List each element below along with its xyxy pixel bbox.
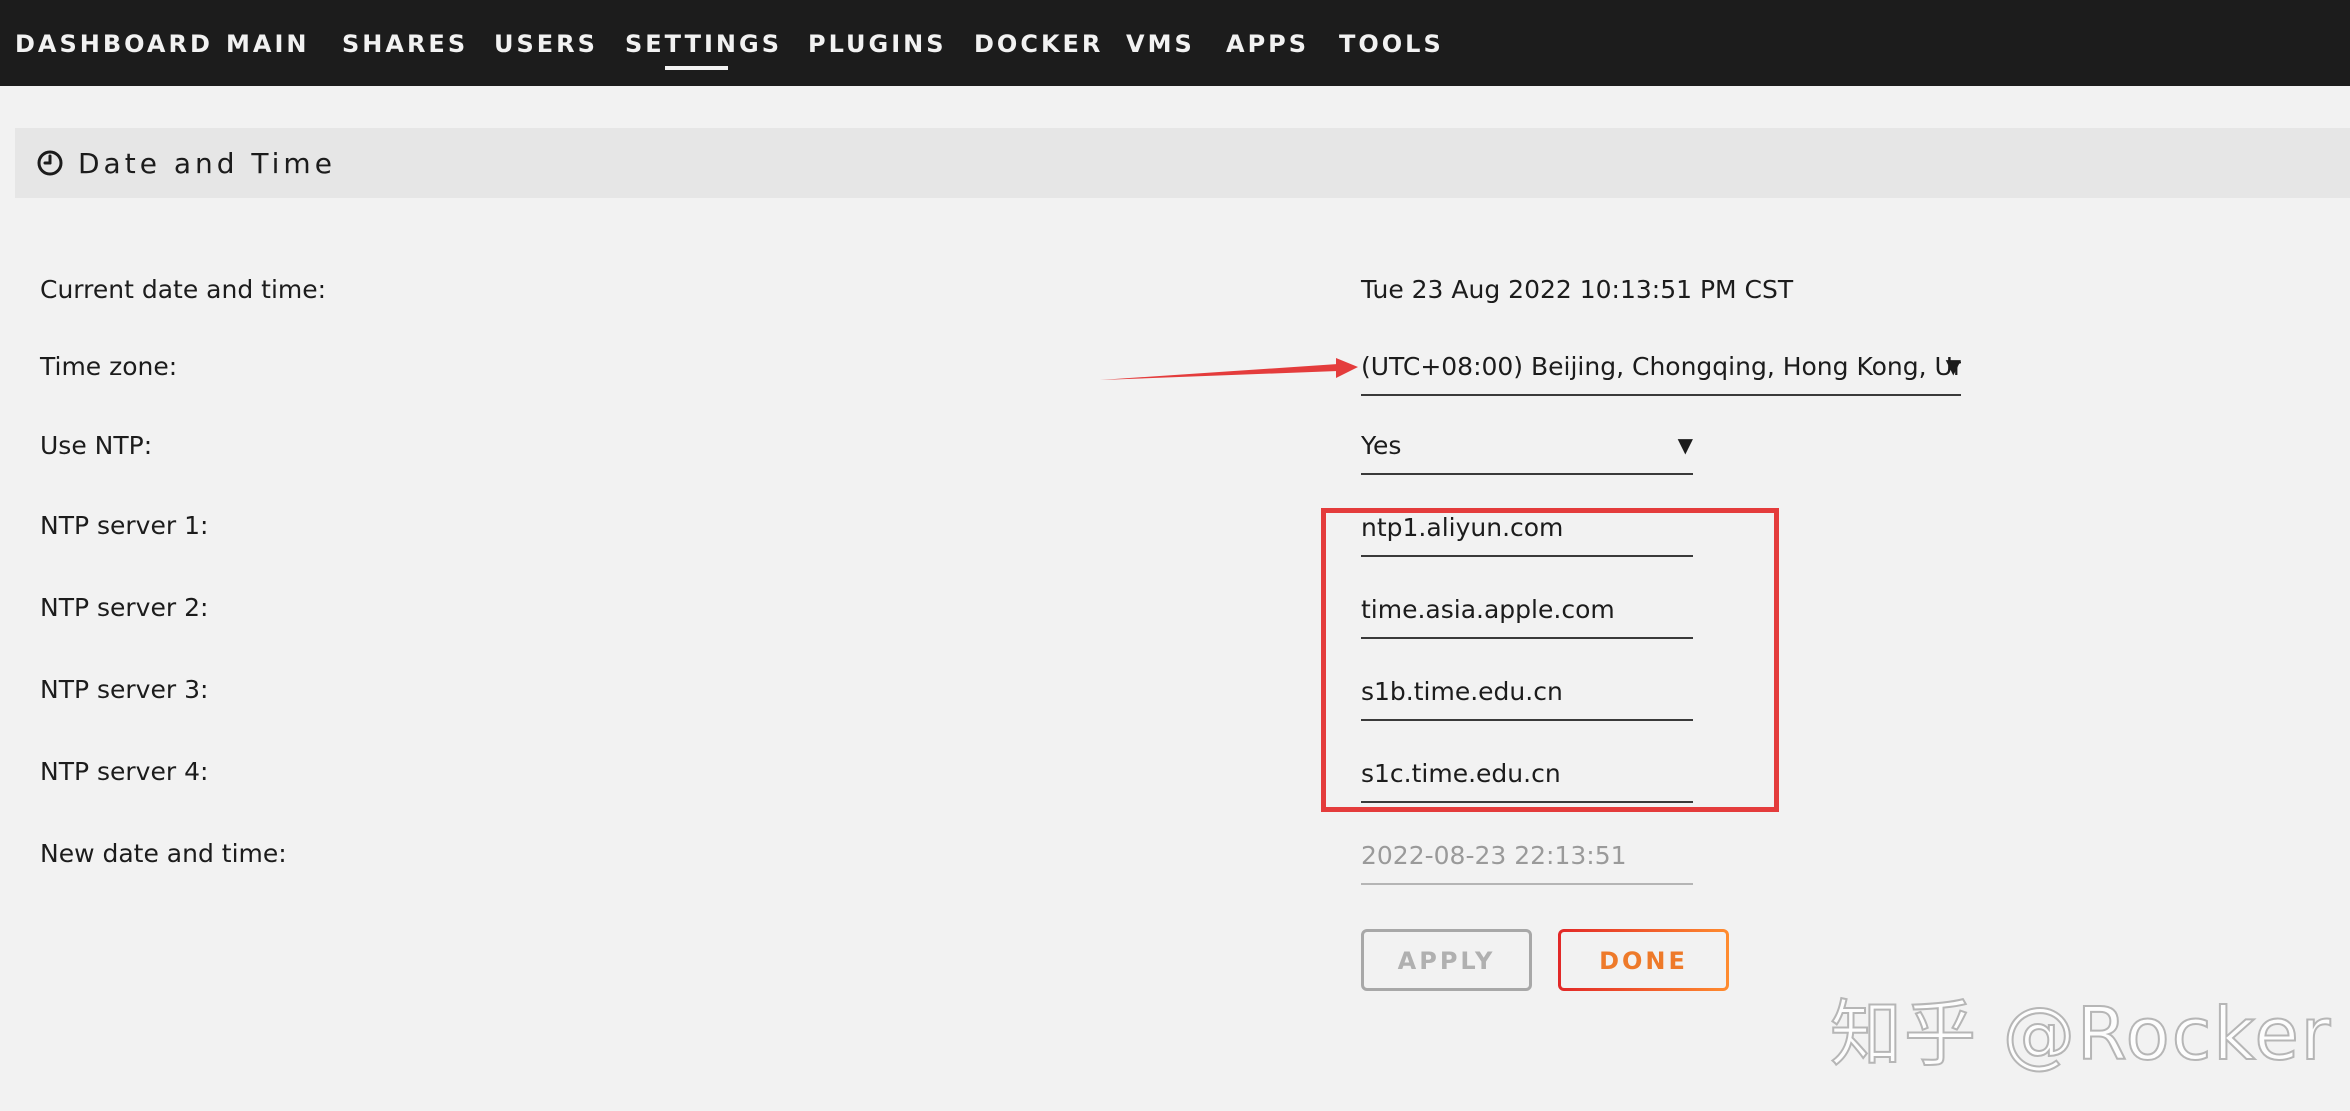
nav-vms[interactable]: VMS [1126, 30, 1195, 58]
new-datetime-input[interactable]: 2022-08-23 22:13:51 [1361, 841, 1693, 885]
ntp-server-3-label: NTP server 3: [40, 675, 209, 704]
timezone-select[interactable]: (UTC+08:00) Beijing, Chongqing, Hong Kon… [1361, 352, 1961, 396]
top-navigation: DASHBOARD MAIN SHARES USERS SETTINGS PLU… [0, 0, 2350, 86]
dropdown-arrow-icon: ▼ [1677, 433, 1693, 457]
watermark: 知乎 @Rocker [1829, 991, 2333, 1077]
annotation-arrow-icon [1100, 358, 1358, 380]
new-datetime-label: New date and time: [40, 839, 287, 868]
current-datetime-value: Tue 23 Aug 2022 10:13:51 PM CST [1361, 275, 1794, 304]
timezone-value: (UTC+08:00) Beijing, Chongqing, Hong Kon… [1361, 352, 1961, 381]
nav-shares[interactable]: SHARES [342, 30, 468, 58]
apply-button[interactable]: APPLY [1361, 929, 1532, 991]
dropdown-arrow-icon: ▼ [1945, 354, 1961, 378]
ntp-server-4-label: NTP server 4: [40, 757, 209, 786]
nav-plugins[interactable]: PLUGINS [808, 30, 947, 58]
annotation-highlight-box [1321, 508, 1779, 812]
active-tab-indicator [665, 66, 728, 70]
ntp-server-1-label: NTP server 1: [40, 511, 209, 540]
new-datetime-placeholder: 2022-08-23 22:13:51 [1361, 841, 1627, 870]
section-title: Date and Time [78, 147, 336, 180]
section-header: Date and Time [15, 128, 2350, 198]
current-datetime-label: Current date and time: [40, 275, 327, 304]
nav-apps[interactable]: APPS [1226, 30, 1309, 58]
done-button[interactable]: DONE [1558, 929, 1729, 991]
nav-dashboard[interactable]: DASHBOARD [15, 30, 213, 58]
use-ntp-value: Yes [1361, 431, 1402, 460]
nav-main[interactable]: MAIN [226, 30, 309, 58]
nav-docker[interactable]: DOCKER [974, 30, 1103, 58]
use-ntp-label: Use NTP: [40, 431, 153, 460]
nav-tools[interactable]: TOOLS [1339, 30, 1444, 58]
clock-icon [37, 150, 63, 176]
timezone-label: Time zone: [40, 352, 178, 381]
nav-settings[interactable]: SETTINGS [625, 30, 782, 58]
nav-users[interactable]: USERS [494, 30, 598, 58]
ntp-server-2-label: NTP server 2: [40, 593, 209, 622]
use-ntp-select[interactable]: Yes ▼ [1361, 431, 1693, 475]
